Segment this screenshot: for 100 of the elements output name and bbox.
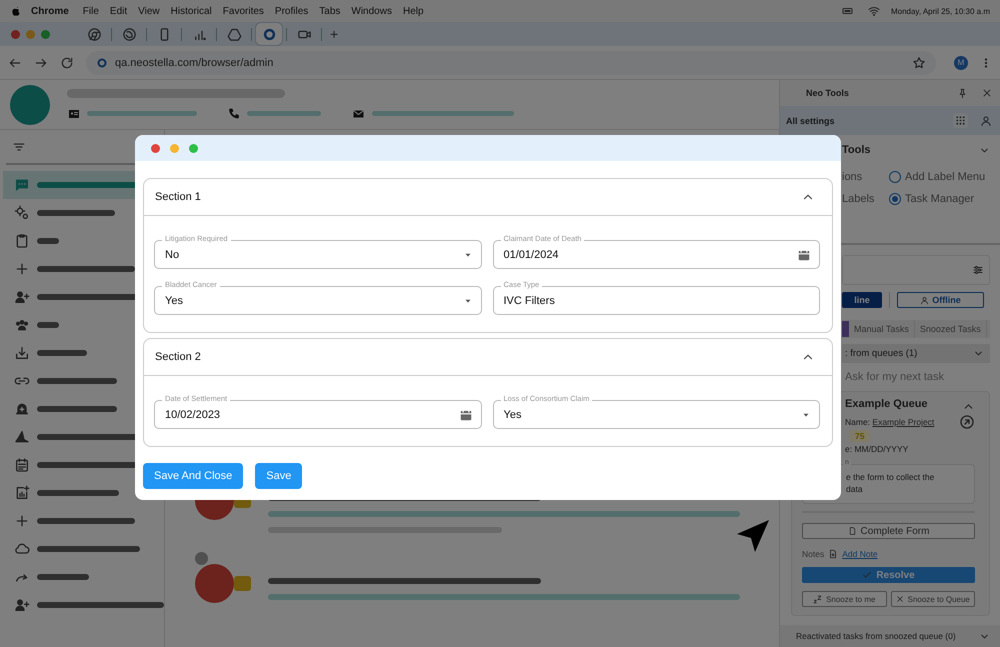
task-tab[interactable]: Manual Tasks [849, 320, 915, 338]
next-task-link[interactable]: Ask for my next task [845, 367, 990, 386]
menu-item[interactable]: File [82, 6, 99, 16]
section-title: Section 2 [155, 351, 201, 363]
snooze-icon [813, 594, 822, 604]
search-field[interactable] [842, 255, 990, 285]
zoom-window-dot[interactable] [41, 30, 50, 38]
project-link[interactable]: Example Project [872, 417, 934, 427]
new-tab-button[interactable]: + [326, 26, 342, 42]
reload-icon[interactable] [60, 56, 74, 70]
note-badge [234, 576, 251, 591]
url-text: qa.neostella.com/browser/admin [115, 56, 274, 68]
section-title: Tools [842, 144, 872, 156]
radio-button[interactable] [889, 193, 901, 205]
group-icon [14, 317, 30, 333]
wifi-icon[interactable] [866, 5, 881, 17]
complete-form-button[interactable]: Complete Form [802, 523, 975, 539]
check-icon [862, 570, 872, 580]
person-icon[interactable] [980, 114, 992, 126]
close-window-dot[interactable] [11, 30, 20, 38]
panel-title: Neo Tools [806, 88, 850, 98]
due-date-text: e: MM/DD/YYYY [844, 444, 910, 454]
browser-tab[interactable] [256, 23, 282, 45]
apps-grid-button[interactable] [953, 113, 968, 128]
add-user-icon [14, 289, 30, 305]
mail-icon [351, 108, 366, 120]
menu-item[interactable]: Historical [170, 6, 212, 16]
calendar-icon [14, 457, 30, 473]
status-button[interactable]: line [842, 292, 882, 308]
pin-icon[interactable] [957, 88, 968, 98]
document-icon [848, 526, 857, 536]
calendar-icon [797, 248, 811, 262]
group-title: Reactivated tasks from snoozed queue (0) [796, 631, 957, 641]
placeholder-bar [37, 350, 87, 356]
notes-label: Notes [802, 549, 824, 559]
task-tab[interactable]: Snoozed Tasks [914, 320, 987, 338]
phone-icon [227, 107, 241, 120]
chat-icon [14, 177, 30, 193]
close-icon [896, 595, 904, 603]
snooze-button[interactable]: Snooze to Queue [890, 591, 975, 607]
minimize-window-dot[interactable] [26, 30, 35, 38]
download-icon [14, 345, 30, 361]
radio-label: Add Label Menu [905, 171, 986, 183]
apple-icon[interactable] [10, 5, 22, 17]
radio-label: Task Manager [905, 193, 974, 205]
menu-item[interactable]: Windows [351, 6, 392, 16]
calendar-icon [458, 408, 472, 422]
menu-item[interactable]: Edit [110, 6, 128, 16]
group-header[interactable]: : from queues (1) [842, 344, 990, 363]
close-window-dot[interactable] [151, 144, 160, 152]
ring-logo-icon [262, 26, 276, 42]
external-link-icon[interactable] [959, 414, 975, 430]
menu-item[interactable]: Help [402, 6, 424, 16]
add-note-link[interactable]: Add Note [842, 549, 878, 559]
close-icon[interactable] [982, 88, 992, 98]
placeholder-bar [37, 238, 59, 244]
bookmark-star-icon[interactable] [912, 56, 926, 70]
status-button[interactable]: Offline [897, 292, 984, 308]
task-title: Example Queue [845, 398, 929, 412]
project-text: Name: Example Project [845, 417, 936, 427]
status-dot [195, 552, 208, 565]
save-button[interactable]: Save And Close [143, 463, 244, 489]
add-user-icon [14, 597, 30, 613]
option-label: Labels [842, 193, 876, 205]
resolve-button[interactable]: Resolve [802, 567, 975, 583]
profile-avatar[interactable]: M [954, 56, 968, 70]
menubar-clock: Monday, April 25, 10:30 a.m [890, 6, 990, 16]
chart-icon [14, 485, 30, 501]
option-label: ions [842, 171, 864, 183]
settings-label: All settings [786, 116, 836, 126]
contact-avatar [195, 564, 234, 603]
placeholder-bar [37, 574, 89, 580]
battery-icon[interactable] [840, 5, 855, 17]
address-field[interactable]: qa.neostella.com/browser/admin [86, 50, 936, 74]
snooze-button[interactable]: Snooze to me [802, 591, 886, 607]
menu-item[interactable]: Profiles [274, 6, 308, 16]
person-icon [920, 296, 930, 304]
menu-item[interactable]: Tabs [319, 6, 340, 16]
document-icon [828, 549, 838, 559]
filter-icon[interactable] [972, 264, 984, 276]
contact-card-icon [67, 108, 81, 120]
group-header[interactable]: Reactivated tasks from snoozed queue (0) [780, 625, 1000, 647]
group-title: : from queues (1) [845, 348, 918, 359]
menu-item[interactable]: Favorites [222, 6, 264, 16]
app-menu[interactable]: Chrome [31, 6, 69, 16]
gears-icon [14, 205, 30, 221]
description-text: e the form to collect the data [845, 471, 936, 495]
placeholder-bar [37, 322, 59, 328]
minimize-window-dot[interactable] [170, 144, 179, 152]
plus-icon [14, 261, 30, 277]
browser-logo-icon [86, 26, 102, 42]
bell-icon [14, 401, 30, 417]
tab-badge [842, 321, 849, 337]
menu-item[interactable]: View [138, 6, 160, 16]
cursor-arrow-icon [735, 518, 771, 554]
section-title: Section 1 [155, 191, 201, 203]
save-button[interactable]: Save [255, 463, 302, 489]
zoom-window-dot[interactable] [189, 144, 198, 152]
radio-button[interactable] [889, 171, 901, 183]
plus-icon [14, 513, 30, 529]
